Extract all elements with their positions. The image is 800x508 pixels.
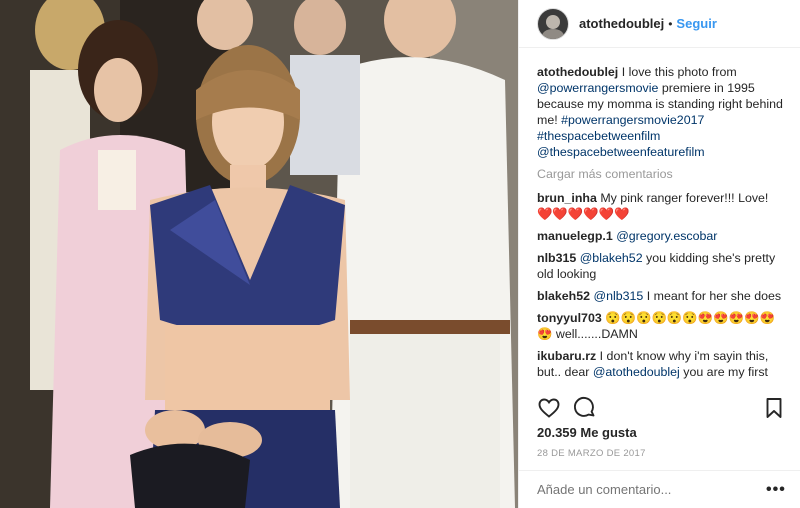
comment-text-after: you are my first: [683, 365, 768, 379]
comment-text: I meant for her she does: [646, 289, 782, 303]
comment-item: brun_inha My pink ranger forever!!! Love…: [537, 190, 788, 222]
caption-hashtag-2[interactable]: #thespacebetweenfilm: [537, 129, 660, 143]
comment-item: nlb315 @blakeh52 you kidding she's prett…: [537, 250, 788, 282]
post-header: atothedoublej • Seguir: [519, 0, 800, 48]
instagram-post: atothedoublej • Seguir atothedoublej I l…: [0, 0, 800, 508]
header-username[interactable]: atothedoublej: [579, 16, 664, 31]
caption-username[interactable]: atothedoublej: [537, 65, 618, 79]
comment-text: My pink ranger forever!!! Love!: [600, 191, 769, 205]
comment-username[interactable]: blakeh52: [537, 289, 590, 303]
comment-username[interactable]: tonyyul703: [537, 311, 602, 325]
more-options-icon[interactable]: •••: [766, 481, 790, 499]
post-side-panel: atothedoublej • Seguir atothedoublej I l…: [518, 0, 800, 508]
caption-text-1: I love this photo from: [621, 65, 737, 79]
add-comment-bar: •••: [519, 470, 800, 508]
comment-item: tonyyul703 😯😯😯😯😯😯😍😍😍😍😍😍 well.......DAMN: [537, 310, 788, 342]
post-date: 28 DE MARZO DE 2017: [537, 448, 646, 459]
comment-mention[interactable]: @blakeh52: [580, 251, 643, 265]
comment-item: blakeh52 @nlb315 I meant for her she doe…: [537, 288, 788, 304]
caption-mention-1[interactable]: @powerrangersmovie: [537, 81, 658, 95]
comment-item: ikubaru.rz I don't know why i'm sayin th…: [537, 348, 788, 380]
avatar[interactable]: [537, 7, 569, 40]
header-separator: •: [668, 16, 673, 31]
add-comment-input[interactable]: [537, 482, 766, 497]
load-more-comments-link[interactable]: Cargar más comentarios: [537, 166, 788, 182]
comment-icon[interactable]: [573, 396, 597, 420]
caption-hashtag-1[interactable]: #powerrangersmovie2017: [561, 113, 704, 127]
comment-mention[interactable]: @atothedoublej: [593, 365, 680, 379]
comment-item: manuelegp.1 @gregory.escobar: [537, 228, 788, 244]
post-actions: [537, 396, 609, 420]
post-photo[interactable]: [0, 0, 518, 508]
comment-mention[interactable]: @gregory.escobar: [616, 229, 717, 243]
heart-icon[interactable]: [537, 396, 561, 420]
photo-illustration: [0, 0, 518, 508]
follow-button[interactable]: Seguir: [676, 16, 716, 31]
comment-emoji: ❤️❤️❤️❤️❤️❤️: [537, 207, 630, 221]
comment-username[interactable]: brun_inha: [537, 191, 597, 205]
post-caption: atothedoublej I love this photo from @po…: [537, 64, 788, 160]
comment-username[interactable]: ikubaru.rz: [537, 349, 596, 363]
likes-count[interactable]: 20.359 Me gusta: [537, 425, 637, 440]
caption-mention-2[interactable]: @thespacebetweenfeaturefilm: [537, 145, 705, 159]
comments-list[interactable]: atothedoublej I love this photo from @po…: [519, 48, 800, 388]
bookmark-icon[interactable]: [762, 396, 786, 420]
comment-username[interactable]: nlb315: [537, 251, 576, 265]
comment-mention[interactable]: @nlb315: [594, 289, 644, 303]
comment-username[interactable]: manuelegp.1: [537, 229, 613, 243]
